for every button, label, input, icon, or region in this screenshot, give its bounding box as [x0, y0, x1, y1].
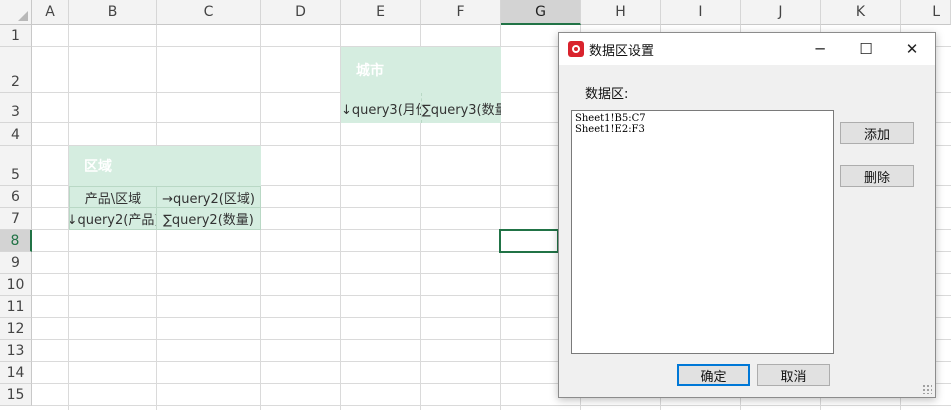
cell-e2-city-header[interactable]: 城市	[341, 47, 501, 93]
row-header-1[interactable]: 1	[0, 25, 32, 47]
row-header-10[interactable]: 10	[0, 274, 32, 296]
cell-b5-region-header[interactable]: 区域	[69, 146, 261, 186]
data-range-dialog: 数据区设置 ─ ☐ ✕ 数据区: Sheet1!B5:C7 Sheet1!E2:…	[558, 32, 936, 398]
column-header-a[interactable]: A	[32, 0, 69, 25]
row-header-4[interactable]: 4	[0, 123, 32, 146]
cell-b7[interactable]: ↓query2(产品)	[69, 207, 157, 230]
row-header-6[interactable]: 6	[0, 186, 32, 208]
column-header-b[interactable]: B	[69, 0, 157, 25]
gridline	[32, 405, 951, 406]
cell-b6[interactable]: 产品\区域	[69, 186, 157, 208]
row-header-2[interactable]: 2	[0, 47, 32, 93]
minimize-button[interactable]: ─	[797, 33, 843, 65]
row-header-8[interactable]: 8	[0, 230, 32, 252]
column-header-j[interactable]: J	[741, 0, 821, 25]
close-button[interactable]: ✕	[889, 33, 935, 65]
column-header-i[interactable]: I	[661, 0, 741, 25]
row-header-5[interactable]: 5	[0, 146, 32, 186]
dialog-title: 数据区设置	[589, 44, 655, 59]
cell-c7[interactable]: ∑query2(数量)	[156, 207, 261, 230]
maximize-button[interactable]: ☐	[843, 33, 889, 65]
dialog-titlebar[interactable]: 数据区设置 ─ ☐ ✕	[559, 33, 935, 65]
column-header-h[interactable]: H	[581, 0, 661, 25]
active-cell-g8[interactable]	[499, 229, 559, 253]
list-item[interactable]: Sheet1!B5:C7	[575, 113, 830, 124]
data-range-list[interactable]: Sheet1!B5:C7 Sheet1!E2:F3	[571, 110, 834, 354]
column-header-f[interactable]: F	[421, 0, 501, 25]
cell-f3[interactable]: ∑query3(数量)	[421, 93, 501, 123]
add-button[interactable]: 添加	[840, 122, 914, 144]
column-header-c[interactable]: C	[157, 0, 261, 25]
row-header-3[interactable]: 3	[0, 93, 32, 123]
list-item[interactable]: Sheet1!E2:F3	[575, 124, 830, 135]
resize-grip-icon[interactable]	[922, 384, 932, 394]
row-header-15[interactable]: 15	[0, 384, 32, 406]
column-header-g[interactable]: G	[501, 0, 581, 25]
row-header-11[interactable]: 11	[0, 296, 32, 318]
column-header-k[interactable]: K	[821, 0, 901, 25]
cell-c6[interactable]: →query2(区域)	[156, 186, 261, 208]
column-header-e[interactable]: E	[341, 0, 421, 25]
column-header-l[interactable]: L	[901, 0, 951, 25]
delete-button[interactable]: 删除	[840, 165, 914, 187]
cell-e3[interactable]: ↓query3(月份	[341, 93, 421, 123]
row-header-7[interactable]: 7	[0, 208, 32, 230]
ok-button[interactable]: 确定	[677, 364, 750, 386]
row-header-13[interactable]: 13	[0, 340, 32, 362]
data-range-label: 数据区:	[585, 87, 629, 102]
column-header-d[interactable]: D	[261, 0, 341, 25]
row-header-9[interactable]: 9	[0, 252, 32, 274]
cancel-button[interactable]: 取消	[757, 364, 830, 386]
row-header-12[interactable]: 12	[0, 318, 32, 340]
select-all-corner[interactable]	[0, 0, 32, 25]
row-header-14[interactable]: 14	[0, 362, 32, 384]
app-icon	[568, 41, 584, 57]
